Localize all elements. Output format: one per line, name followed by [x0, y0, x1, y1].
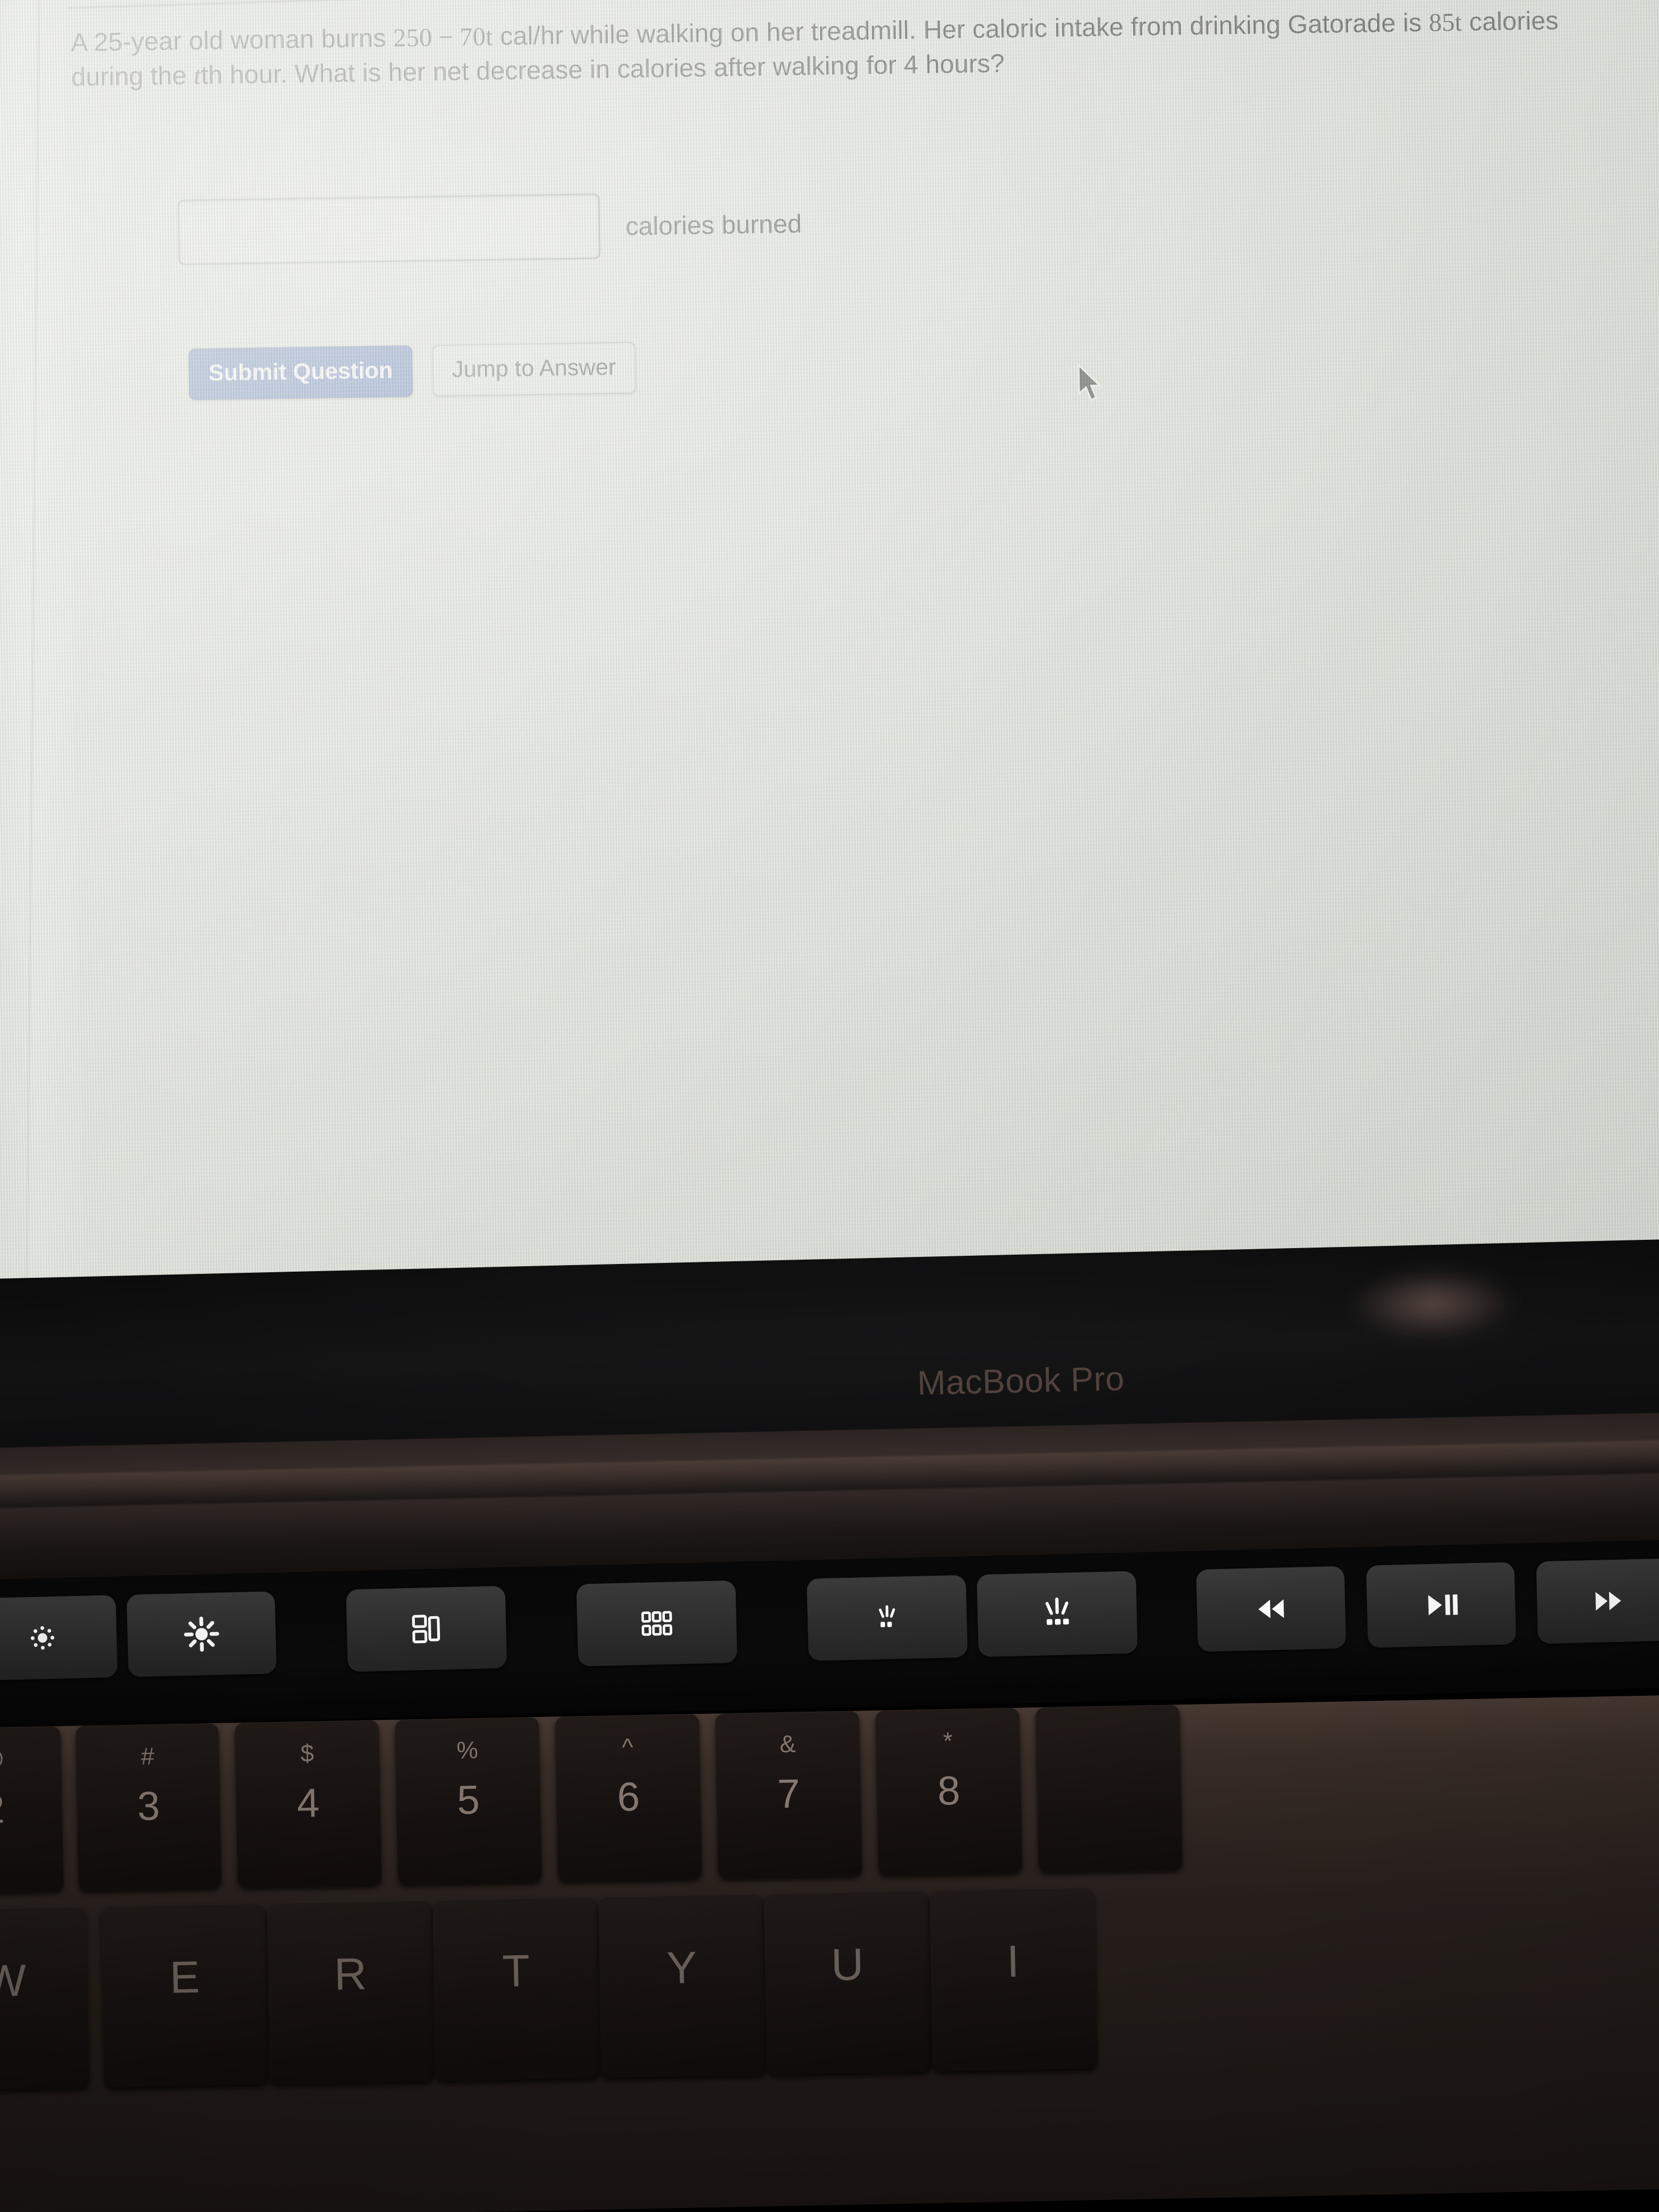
keyboard-brightness-up-icon: [1037, 1594, 1077, 1634]
question-prompt: A 25-year old woman burns 250 − 70t cal/…: [71, 3, 1613, 95]
key-primary-label: 2: [0, 1786, 5, 1832]
jump-to-answer-button[interactable]: Jump to Answer: [432, 342, 636, 397]
touch-bar-rewind[interactable]: [1196, 1566, 1346, 1652]
answer-input[interactable]: [177, 193, 601, 266]
mouse-pointer-icon: [1077, 363, 1102, 402]
touch-bar-brightness-down[interactable]: [0, 1595, 118, 1681]
key-3[interactable]: #3: [75, 1723, 222, 1891]
key-primary-label: I: [1006, 1936, 1020, 1987]
key-7[interactable]: & 7: [715, 1711, 862, 1878]
touch-bar-brightness-up[interactable]: [126, 1591, 277, 1677]
touch-bar-fast-forward[interactable]: [1536, 1558, 1659, 1644]
touch-bar-mission-control[interactable]: [346, 1585, 507, 1672]
submit-question-button[interactable]: Submit Question: [188, 345, 413, 400]
answer-unit-label: calories burned: [625, 208, 802, 241]
key-shift-symbol: #: [140, 1743, 155, 1770]
question-text-part-1: A 25-year old woman burns: [70, 22, 394, 57]
page-left-gutter: [0, 0, 85, 1355]
key-primary-label: T: [501, 1946, 531, 1996]
key-shift-symbol: @: [0, 1746, 5, 1774]
key-primary-label: U: [831, 1939, 865, 1990]
key-primary-label: 8: [937, 1767, 961, 1814]
key-primary-label: W: [0, 1955, 27, 2007]
key-2[interactable]: @2: [0, 1726, 64, 1894]
keyboard: @2 #3 $4% 5 ^ 6 & 7 * 8 WERTYUI: [0, 1694, 1659, 2212]
browser-page: A 25-year old woman burns 250 − 70t cal/…: [0, 0, 1659, 1355]
question-expression-intake: 85t: [1429, 8, 1463, 37]
key-primary-label: 4: [296, 1780, 320, 1826]
key-shift-symbol: %: [456, 1736, 478, 1764]
key-primary-label: R: [334, 1949, 368, 2000]
brightness-up-icon: [182, 1614, 222, 1655]
bezel-reflection: [1316, 1252, 1549, 1356]
key-blank[interactable]: [1035, 1705, 1183, 1872]
rewind-icon: [1250, 1588, 1292, 1630]
key-R[interactable]: R: [267, 1900, 435, 2085]
key-T[interactable]: T: [432, 1897, 601, 2081]
brightness-down-icon: [25, 1620, 60, 1656]
key-primary-label: 7: [777, 1770, 800, 1817]
key-primary-label: 6: [617, 1774, 640, 1820]
launchpad-icon: [637, 1604, 676, 1643]
question-text-part-2: cal/hr while walking on her treadmill. H…: [492, 9, 1281, 51]
key-primary-label: 3: [137, 1782, 161, 1829]
touch-bar-keyboard-brightness-up[interactable]: [977, 1571, 1138, 1657]
touch-bar-play-pause[interactable]: [1366, 1562, 1516, 1648]
key-primary-label: E: [169, 1952, 201, 2003]
key-shift-symbol: ^: [622, 1734, 634, 1761]
touch-bar-keyboard-brightness-down[interactable]: [806, 1575, 968, 1661]
key-8[interactable]: * 8: [875, 1707, 1023, 1875]
question-text-part-5: th hour. What is her net decrease in cal…: [200, 48, 1005, 90]
answer-row: calories burned: [177, 190, 802, 266]
laptop-screen: A 25-year old woman burns 250 − 70t cal/…: [0, 0, 1659, 1355]
question-expression-burn-rate: 250 − 70t: [393, 22, 493, 53]
question-actions: Submit Question Jump to Answer: [188, 342, 636, 400]
macbook-pro-brand-label: MacBook Pro: [917, 1359, 1125, 1403]
question-content: A 25-year old woman burns 250 − 70t cal/…: [71, 2, 1641, 402]
touch-bar-launchpad[interactable]: [576, 1580, 737, 1667]
mission-control-icon: [407, 1609, 447, 1649]
key-I[interactable]: I: [929, 1887, 1098, 2072]
question-variable-t: t: [193, 61, 201, 91]
key-shift-symbol: $: [300, 1740, 314, 1767]
key-primary-label: Y: [666, 1943, 697, 1994]
key-primary-label: 5: [456, 1776, 481, 1823]
keyboard-brightness-down-icon: [868, 1600, 906, 1637]
key-6[interactable]: ^ 6: [555, 1714, 702, 1881]
key-shift-symbol: *: [943, 1728, 953, 1755]
key-U[interactable]: U: [764, 1891, 932, 2075]
key-W[interactable]: W: [0, 1906, 89, 2091]
fast-forward-icon: [1588, 1580, 1629, 1622]
key-E[interactable]: E: [101, 1903, 269, 2087]
play-pause-icon: [1420, 1584, 1462, 1626]
question-text-part-3: Gatorade is: [1287, 7, 1429, 39]
key-Y[interactable]: Y: [598, 1893, 766, 2078]
key-4[interactable]: $4: [234, 1720, 382, 1888]
key-5[interactable]: % 5: [394, 1717, 542, 1884]
key-shift-symbol: &: [779, 1730, 796, 1758]
screenshot-root: A 25-year old woman burns 250 − 70t cal/…: [0, 0, 1659, 2212]
